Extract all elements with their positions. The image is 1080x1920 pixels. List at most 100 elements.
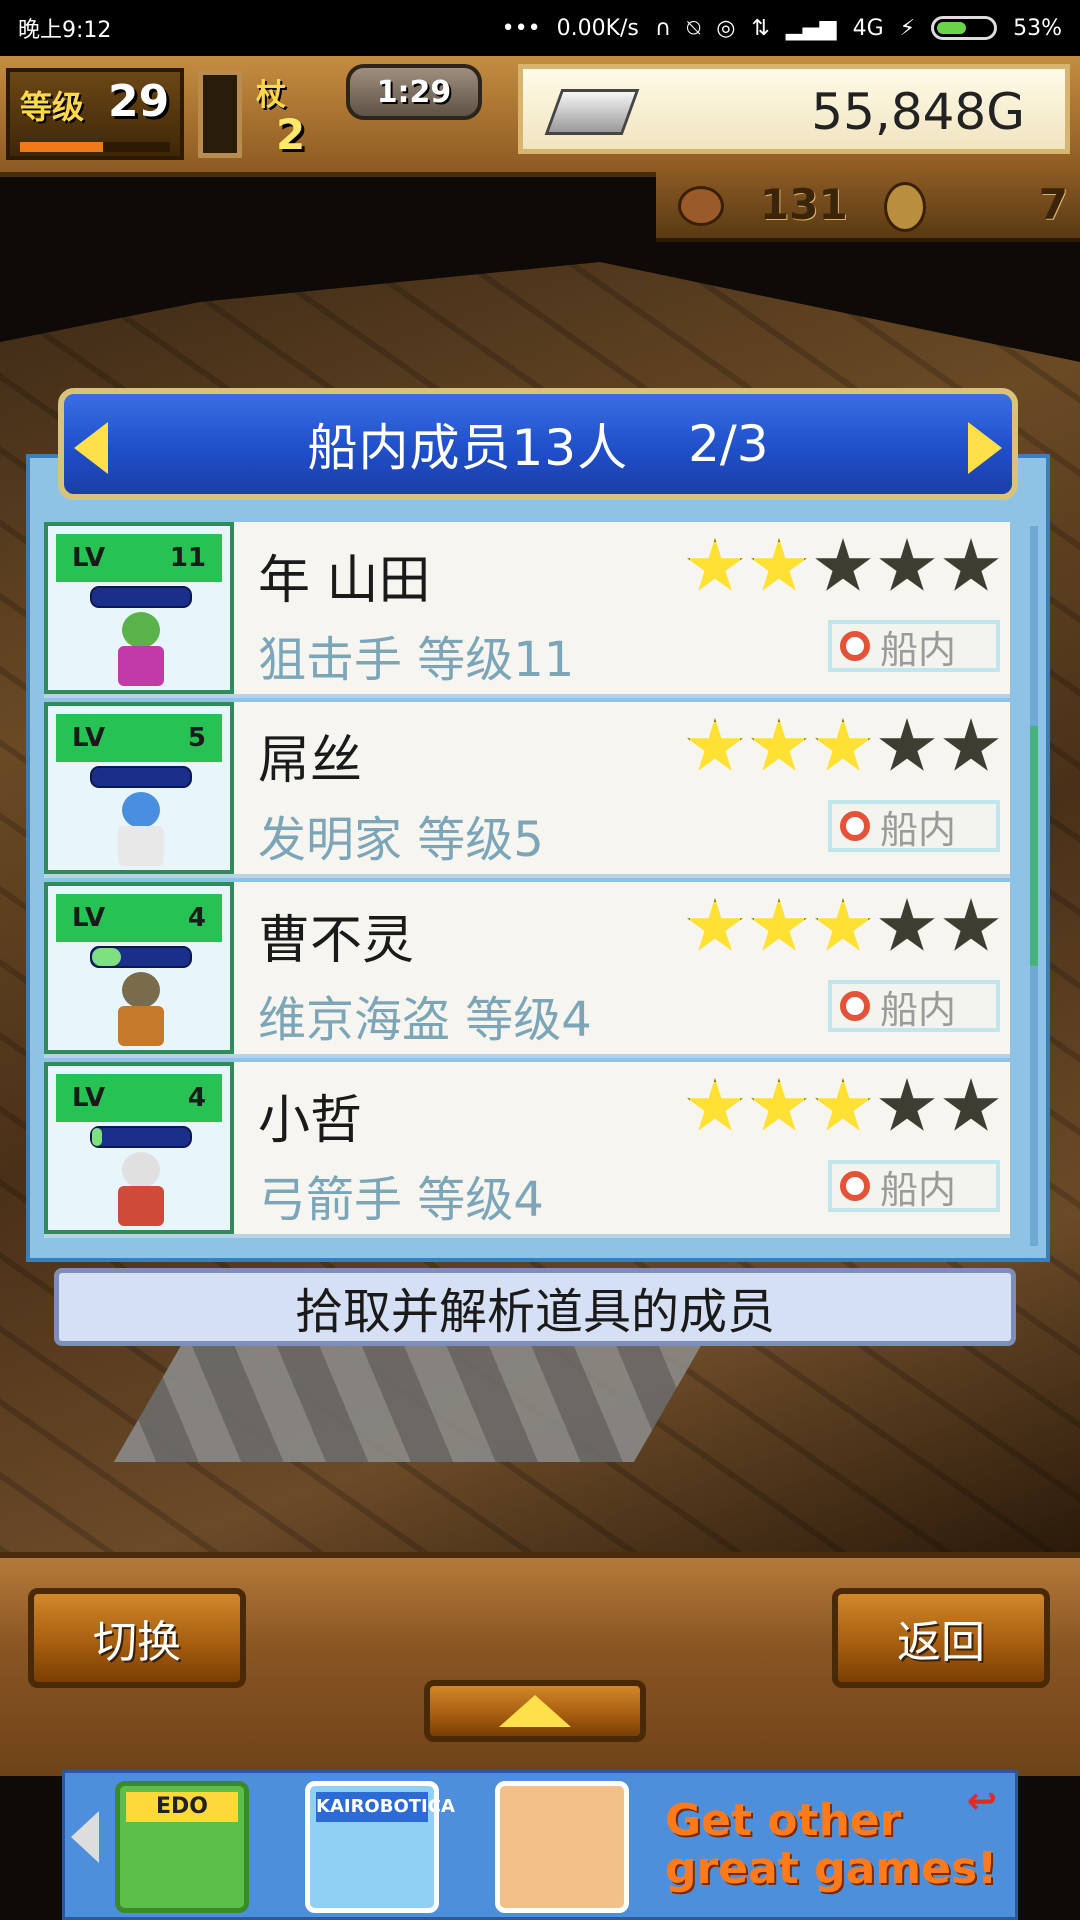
sprite-body (118, 646, 164, 686)
member-location: 船内 (880, 807, 957, 852)
return-arrow-icon[interactable]: ↩ (967, 1781, 997, 1822)
member-list-scrollbar[interactable] (1030, 526, 1038, 1246)
coin-count: 7 (1038, 180, 1068, 229)
ad-game-edo[interactable]: EDO (115, 1781, 249, 1913)
silver-ingot-icon (544, 89, 640, 135)
member-level-badge: LV 4 (56, 894, 222, 942)
member-location-badge[interactable]: 船内 (828, 800, 1000, 852)
location-pin-icon (840, 631, 870, 661)
page-indicator: 2/3 (688, 415, 769, 473)
ad-banner[interactable]: EDO KAIROBOTICA Get other great games! ↩ (62, 1770, 1018, 1920)
back-button[interactable]: 返回 (832, 1588, 1050, 1688)
exp-bar (20, 142, 170, 152)
ad-kairo-title: KAIROBOTICA (316, 1792, 455, 1822)
member-location-badge[interactable]: 船内 (828, 620, 1000, 672)
status-speed: 0.00K/s (556, 15, 639, 41)
member-sprite (106, 1152, 176, 1230)
turn-value: 2 (276, 110, 306, 159)
lv-value: 4 (187, 1083, 206, 1113)
gauge-meter (198, 70, 242, 158)
turn-display: 杖 2 (256, 70, 356, 160)
member-sprite (106, 792, 176, 870)
prev-page-arrow-icon[interactable] (74, 422, 108, 474)
member-row[interactable]: LV 5 屌丝 发明家 等级5 船内 (44, 702, 1010, 878)
member-job: 维京海盗 等级4 (258, 992, 592, 1048)
mute-icon: ⍉ (686, 15, 701, 41)
star-empty-icon (879, 1078, 935, 1131)
ad-line1: Get other (665, 1795, 902, 1846)
member-name: 小哲 (258, 1091, 363, 1151)
money-display: 55,848G (518, 64, 1070, 154)
status-battery: 53% (1013, 15, 1062, 41)
member-row[interactable]: LV 4 曹不灵 维京海盗 等级4 船内 (44, 882, 1010, 1058)
star-empty-icon (879, 898, 935, 951)
lv-label: LV (72, 1083, 106, 1113)
level-display[interactable]: 等级 29 (6, 68, 184, 160)
member-level-badge: LV 11 (56, 534, 222, 582)
star-filled-icon (687, 898, 743, 951)
star-empty-icon (943, 538, 999, 591)
lv-value: 11 (169, 543, 206, 573)
ad-edo-title: EDO (126, 1792, 238, 1822)
star-empty-icon (943, 718, 999, 771)
member-portrait[interactable]: LV 5 (44, 702, 234, 874)
battery-icon (931, 16, 998, 40)
panel-title: 船内成员13人 (307, 419, 629, 477)
member-job: 发明家 等级5 (258, 812, 544, 868)
star-empty-icon (879, 538, 935, 591)
level-value: 29 (108, 76, 170, 127)
ad-prev-arrow-icon[interactable] (71, 1811, 99, 1863)
lv-value: 5 (187, 723, 206, 753)
headphones-icon: ∩ (654, 15, 671, 41)
status-more-icon: ••• (501, 15, 541, 41)
lv-label: LV (72, 543, 106, 573)
member-level-badge: LV 4 (56, 1074, 222, 1122)
game-time: 1:29 (346, 64, 482, 120)
ad-slogan[interactable]: Get other great games! (665, 1797, 997, 1893)
star-filled-icon (815, 898, 871, 951)
member-hp-bar (90, 1126, 192, 1148)
sprite-head (122, 792, 160, 828)
status-time: 晚上9:12 (18, 18, 112, 43)
money-value: 55,848G (811, 83, 1025, 141)
member-location-badge[interactable]: 船内 (828, 980, 1000, 1032)
switch-button[interactable]: 切换 (28, 1588, 246, 1688)
star-empty-icon (815, 538, 871, 591)
member-sprite (106, 612, 176, 690)
lv-value: 4 (187, 903, 206, 933)
member-row[interactable]: LV 11 年 山田 狙击手 等级11 船内 (44, 522, 1010, 698)
member-hp-bar (90, 766, 192, 788)
food-count: 131 (760, 180, 848, 229)
star-empty-icon (943, 898, 999, 951)
member-hp-fill (92, 1128, 102, 1146)
star-filled-icon (751, 1078, 807, 1131)
resource-bar: 131 7 (656, 172, 1080, 242)
member-list: LV 11 年 山田 狙击手 等级11 船内 LV 5 屌丝 发明家 等级5 船… (44, 522, 1010, 1242)
star-empty-icon (879, 718, 935, 771)
star-filled-icon (751, 898, 807, 951)
scroll-thumb[interactable] (1030, 726, 1038, 966)
member-portrait[interactable]: LV 11 (44, 522, 234, 694)
ad-game-kairobotica[interactable]: KAIROBOTICA (305, 1781, 455, 1913)
star-filled-icon (687, 718, 743, 771)
top-hud: 等级 29 杖 2 1:29 55,848G (0, 56, 1080, 177)
sprite-head (122, 1152, 160, 1188)
member-location-badge[interactable]: 船内 (828, 1160, 1000, 1212)
member-sprite (106, 972, 176, 1050)
next-page-arrow-icon[interactable] (968, 422, 1002, 474)
level-label: 等级 (20, 88, 85, 126)
panel-info: 拾取并解析道具的成员 (54, 1268, 1016, 1346)
expand-up-button[interactable] (424, 1680, 646, 1742)
status-bar: 晚上9:12 ••• 0.00K/s ∩ ⍉ ◎ ⇅ ▂▄▆ 4G ⚡ 53% (0, 0, 1080, 56)
sprite-head (122, 612, 160, 648)
bottom-bar: 切换 返回 (0, 1552, 1080, 1776)
member-job: 弓箭手 等级4 (258, 1172, 544, 1228)
exp-bar-fill (20, 142, 103, 152)
member-row[interactable]: LV 4 小哲 弓箭手 等级4 船内 (44, 1062, 1010, 1238)
star-filled-icon (687, 1078, 743, 1131)
member-portrait[interactable]: LV 4 (44, 1062, 234, 1234)
location-pin-icon (840, 1171, 870, 1201)
member-portrait[interactable]: LV 4 (44, 882, 234, 1054)
signal-icon: ▂▄▆ (785, 15, 837, 41)
ad-game-restaurant[interactable] (495, 1781, 629, 1913)
